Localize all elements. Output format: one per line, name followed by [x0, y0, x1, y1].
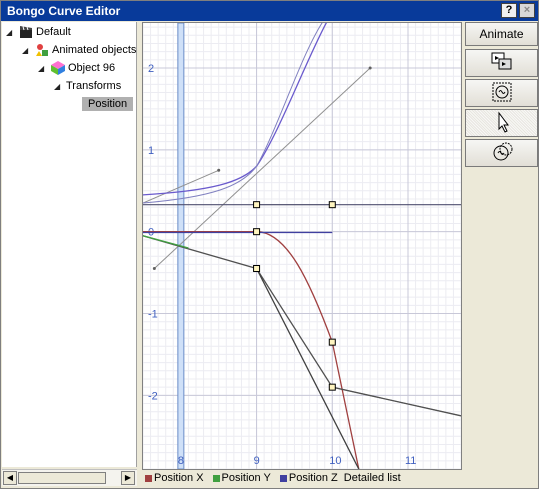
- y-tick-label: -2: [148, 390, 158, 402]
- animated-objects-icon: [34, 42, 50, 58]
- curve-graph[interactable]: 210-1-2891011: [143, 23, 461, 469]
- curve-legend: Position X Position Y Position Z Detaile…: [142, 470, 462, 486]
- keyframe-point: [328, 201, 336, 209]
- y-tick-label: 1: [148, 145, 154, 157]
- curve-tool-icon: [489, 140, 515, 167]
- help-button[interactable]: ?: [501, 3, 517, 18]
- legend-label: Position Y: [221, 472, 271, 484]
- copy-keys-button[interactable]: [465, 49, 538, 77]
- legend-item-position-y[interactable]: Position Y: [210, 472, 271, 484]
- curve-editor-window: Bongo Curve Editor ? × ◢ Default ◢ Anima…: [0, 0, 539, 489]
- tree-item-label: Default: [36, 26, 71, 38]
- legend-item-position-x[interactable]: Position X: [142, 472, 204, 484]
- y-tick-label: 2: [148, 63, 154, 75]
- legend-swatch: [145, 474, 152, 482]
- scroll-left-icon[interactable]: ◀: [3, 471, 17, 485]
- legend-item-position-z[interactable]: Position Z: [277, 472, 338, 484]
- tree-horizontal-scrollbar[interactable]: ◀ ▶: [2, 469, 137, 486]
- tree-item-default[interactable]: ◢ Default: [6, 23, 71, 41]
- loop-curve-icon: [489, 80, 515, 107]
- curve-tool-button[interactable]: [465, 139, 538, 167]
- tree-item-label: Transforms: [66, 80, 122, 92]
- tree-item-transforms[interactable]: ◢ Transforms: [54, 77, 121, 95]
- collapse-arrow-icon[interactable]: ◢: [54, 82, 64, 91]
- tangent-end-point: [217, 168, 221, 172]
- select-tool-button[interactable]: [465, 109, 538, 137]
- tree-item-animated-objects[interactable]: ◢ Animated objects: [22, 41, 136, 59]
- collapse-arrow-icon[interactable]: ◢: [38, 64, 48, 73]
- legend-label: Position Z: [288, 472, 338, 484]
- keyframe-point: [253, 265, 261, 273]
- tree-item-object-96[interactable]: ◢ Object 96: [38, 59, 115, 77]
- collapse-arrow-icon[interactable]: ◢: [22, 46, 32, 55]
- tangent-end-point: [368, 66, 372, 70]
- legend-label: Position X: [154, 472, 204, 484]
- keyframe-point: [253, 201, 261, 209]
- clapperboard-icon: [18, 24, 34, 40]
- tangent-handle: [154, 67, 371, 269]
- legend-swatch: [212, 474, 220, 482]
- title-bar: Bongo Curve Editor ? ×: [1, 1, 538, 21]
- detailed-list-link[interactable]: Detailed list: [344, 472, 401, 484]
- x-tick-label: 11: [405, 455, 416, 467]
- object-cube-icon: [50, 60, 66, 76]
- animate-button[interactable]: Animate: [465, 22, 538, 46]
- tree-item-label: Animated objects: [52, 44, 137, 56]
- tree-item-label: Object 96: [68, 62, 116, 74]
- y-tick-label: -1: [148, 309, 158, 321]
- detailed-list-label: Detailed list: [343, 472, 401, 484]
- object-tree: ◢ Default ◢ Animated objects ◢ Object 96…: [2, 22, 137, 467]
- animate-label: Animate: [479, 27, 524, 41]
- tree-item-label: Position: [82, 97, 134, 111]
- close-button[interactable]: ×: [519, 3, 535, 18]
- curve-plot-area[interactable]: 210-1-2891011: [142, 22, 462, 470]
- keyframe-point: [328, 338, 336, 346]
- tangent-end-point: [152, 267, 156, 271]
- x-tick-label: 8: [178, 455, 184, 467]
- window-title: Bongo Curve Editor: [7, 4, 121, 18]
- keyframe-point: [328, 383, 336, 391]
- copy-keys-icon: [489, 50, 515, 77]
- scroll-right-icon[interactable]: ▶: [121, 471, 135, 485]
- legend-swatch: [279, 474, 287, 482]
- keyframe-point: [253, 228, 261, 236]
- select-arrow-icon: [489, 110, 515, 137]
- x-tick-label: 10: [329, 455, 341, 467]
- tree-item-position[interactable]: Position: [82, 95, 134, 113]
- scroll-thumb[interactable]: [18, 472, 106, 484]
- collapse-arrow-icon[interactable]: ◢: [6, 28, 16, 37]
- loop-curve-button[interactable]: [465, 79, 538, 107]
- x-tick-label: 9: [254, 455, 260, 467]
